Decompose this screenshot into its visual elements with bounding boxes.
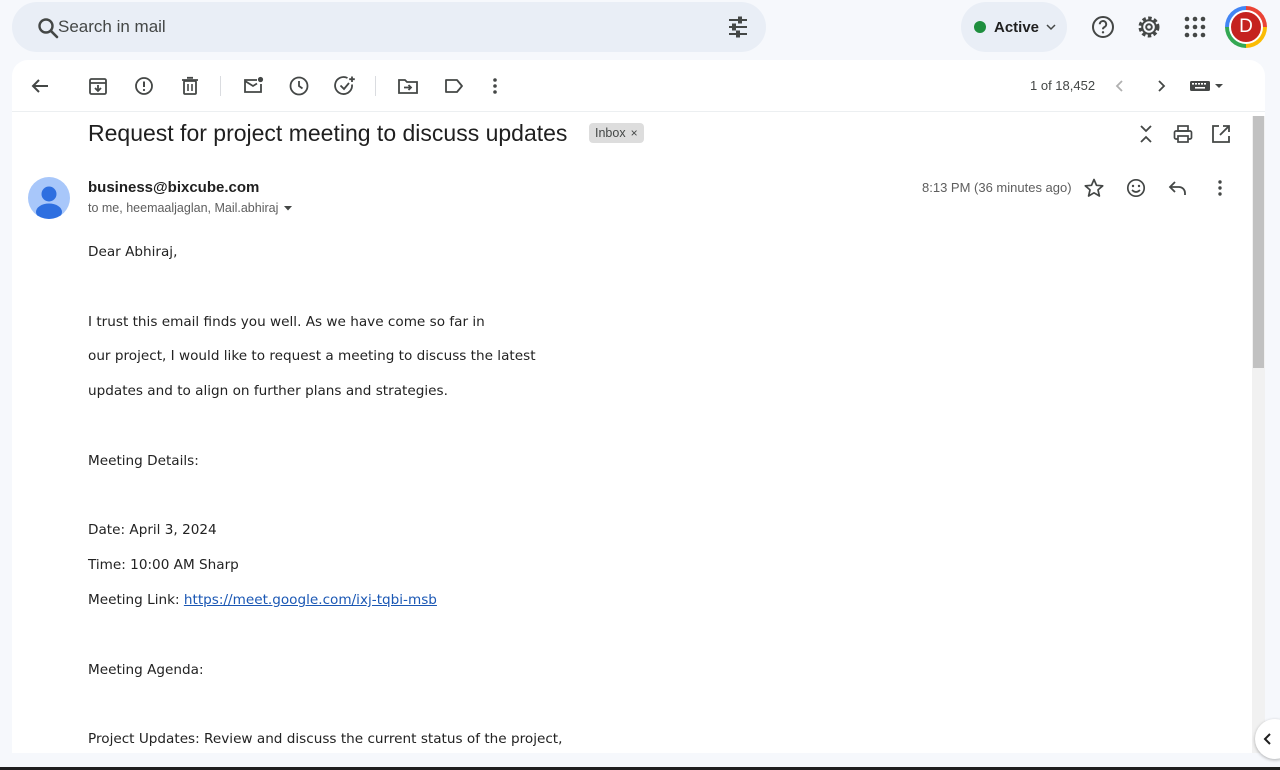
message-counter: 1 of 18,452	[1030, 78, 1096, 93]
account-initial: D	[1229, 10, 1263, 44]
meeting-date: Date: April 3, 2024	[88, 522, 217, 539]
recipients-line: to me, heemaaljaglan, Mail.abhiraj	[88, 201, 293, 215]
add-to-tasks-icon[interactable]	[333, 74, 357, 98]
chevron-left-icon[interactable]	[1108, 74, 1132, 98]
recipients-text: to me, heemaaljaglan, Mail.abhiraj	[88, 201, 279, 215]
search-input[interactable]	[58, 12, 698, 42]
body-paragraph-line: updates and to align on further plans an…	[88, 383, 448, 400]
help-icon[interactable]	[1090, 14, 1116, 40]
label-tag-icon[interactable]	[442, 74, 466, 98]
body-paragraph-line: I trust this email finds you well. As we…	[88, 313, 485, 330]
meeting-agenda-heading: Meeting Agenda:	[88, 661, 204, 678]
meeting-link-row: Meeting Link: https://meet.google.com/ix…	[88, 588, 1188, 623]
vertical-scrollbar[interactable]	[1252, 116, 1265, 753]
delete-trash-icon[interactable]	[178, 74, 202, 98]
email-body: Dear Abhiraj, I trust this email finds y…	[88, 240, 1188, 753]
scrollbar-thumb[interactable]	[1253, 116, 1264, 368]
open-in-new-window-icon[interactable]	[1210, 123, 1232, 145]
meeting-link-label: Meeting Link:	[88, 591, 184, 608]
chevron-down-icon	[1046, 24, 1056, 31]
status-selector[interactable]: Active	[961, 2, 1067, 52]
inbox-label-chip[interactable]: Inbox ×	[589, 123, 644, 143]
star-icon[interactable]	[1083, 177, 1105, 199]
email-subject: Request for project meeting to discuss u…	[88, 120, 568, 146]
settings-gear-icon[interactable]	[1136, 14, 1162, 40]
body-paragraph-line: our project, I would like to request a m…	[88, 348, 536, 365]
emoji-reaction-icon[interactable]	[1125, 177, 1147, 199]
status-label: Active	[994, 18, 1040, 36]
toolbar-divider	[220, 76, 221, 96]
sender-address[interactable]: business@bixcube.com	[88, 179, 259, 196]
search-icon[interactable]	[36, 16, 60, 40]
move-to-folder-icon[interactable]	[396, 74, 420, 98]
report-spam-icon[interactable]	[132, 74, 156, 98]
message-more-options-icon[interactable]	[1209, 177, 1231, 199]
reply-icon[interactable]	[1167, 177, 1189, 199]
account-avatar[interactable]: D	[1225, 6, 1267, 48]
collapse-all-icon[interactable]	[1135, 123, 1157, 145]
status-dot	[974, 21, 986, 33]
print-icon[interactable]	[1172, 123, 1194, 145]
search-bar[interactable]	[12, 2, 766, 52]
mark-unread-icon[interactable]	[241, 74, 265, 98]
input-tools-keyboard-icon[interactable]	[1190, 78, 1230, 94]
chevron-left-icon	[1263, 733, 1271, 745]
meeting-details-heading: Meeting Details:	[88, 452, 199, 469]
email-timestamp: 8:13 PM (36 minutes ago)	[922, 180, 1072, 195]
toolbar-divider	[375, 76, 376, 96]
label-chip-text: Inbox	[595, 126, 626, 140]
default-person-icon	[36, 186, 62, 219]
agenda-item-line: Project Updates: Review and discuss the …	[88, 731, 563, 748]
chevron-right-icon[interactable]	[1149, 74, 1173, 98]
show-details-caret-icon[interactable]	[283, 203, 293, 213]
back-arrow-icon[interactable]	[28, 74, 52, 98]
message-panel: 1 of 18,452 Request for project meeting …	[12, 60, 1265, 753]
search-options-icon[interactable]	[726, 15, 750, 39]
archive-icon[interactable]	[86, 74, 110, 98]
snooze-clock-icon[interactable]	[287, 74, 311, 98]
meeting-link[interactable]: https://meet.google.com/ixj-tqbi-msb	[184, 592, 437, 608]
message-toolbar: 1 of 18,452	[12, 60, 1265, 112]
body-greeting: Dear Abhiraj,	[88, 244, 178, 260]
meeting-time: Time: 10:00 AM Sharp	[88, 557, 239, 574]
more-options-icon[interactable]	[483, 74, 507, 98]
apps-grid-icon[interactable]	[1182, 14, 1208, 40]
top-bar: Active D	[0, 0, 1280, 56]
remove-label-button[interactable]: ×	[631, 126, 638, 140]
sender-avatar[interactable]	[28, 177, 70, 219]
